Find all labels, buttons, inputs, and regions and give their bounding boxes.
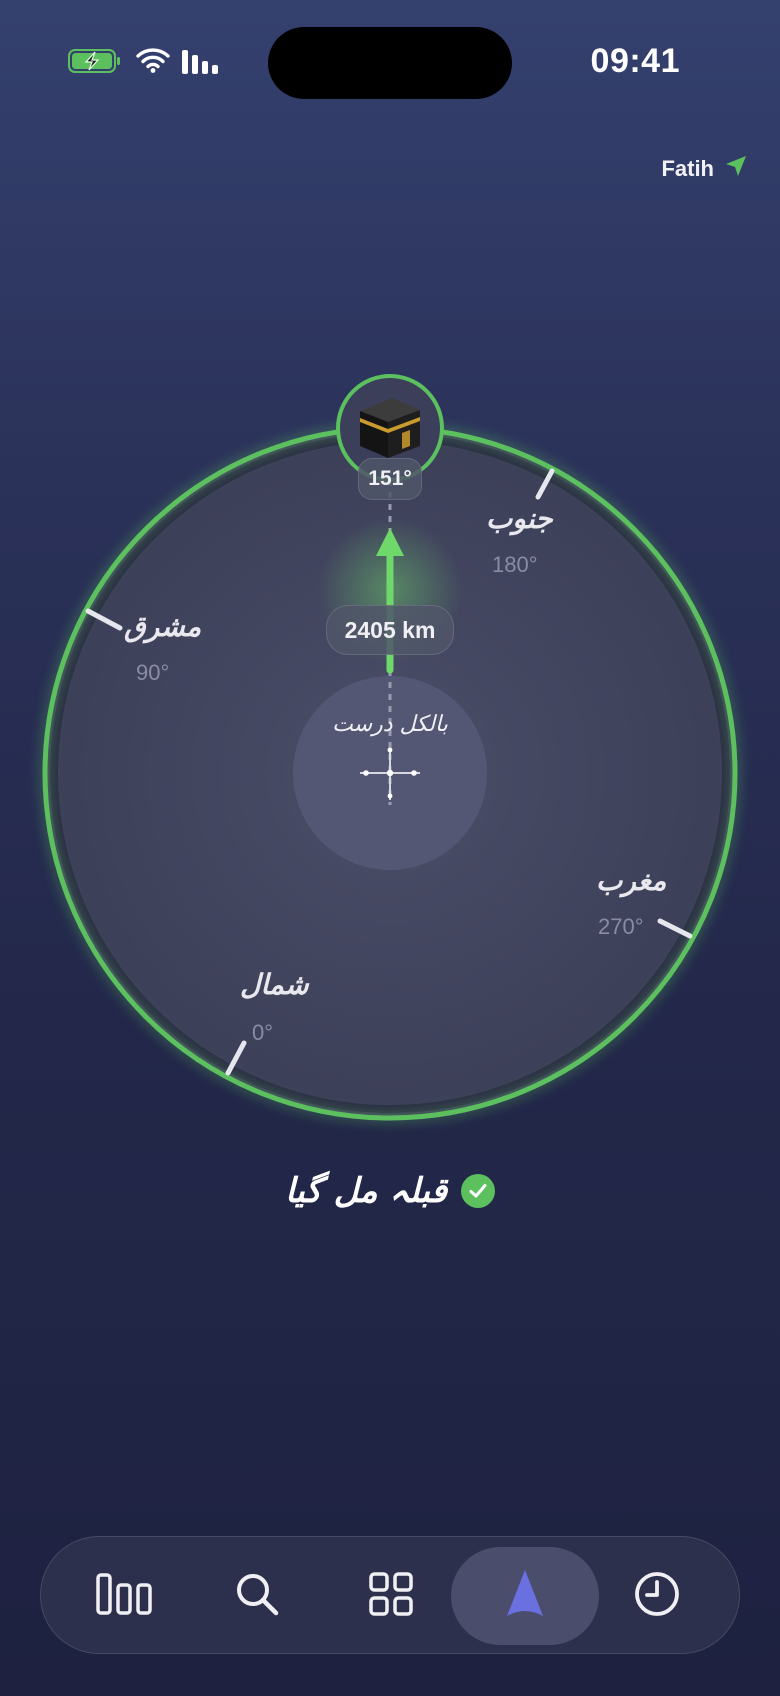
qibla-compass: 151° 2405 km بالکل درست جنوب 180° مشرق 9… [0, 0, 780, 1200]
direction-degree-west: 270° [598, 914, 644, 939]
direction-degree-south: 180° [492, 552, 538, 577]
alignment-status-label: بالکل درست [332, 712, 448, 737]
qibla-found-text: قبلہ مل گیا [284, 1171, 448, 1211]
tab-bar [40, 1536, 740, 1654]
compass-arrow-icon [505, 1568, 545, 1625]
direction-label-south: جنوب [486, 502, 553, 535]
clock-icon [633, 1570, 681, 1623]
tab-grid[interactable] [317, 1547, 465, 1645]
stats-bars-icon [95, 1572, 155, 1621]
distance-badge: 2405 km [326, 605, 454, 655]
direction-label-east: مشرق [124, 610, 202, 643]
direction-label-west: مغرب [596, 864, 667, 897]
tab-search[interactable] [183, 1547, 331, 1645]
grid-icon [369, 1571, 413, 1621]
qibla-bearing-badge: 151° [358, 458, 422, 500]
tab-history[interactable] [583, 1547, 731, 1645]
qibla-found-status: قبلہ مل گیا [0, 1170, 780, 1211]
tab-stats[interactable] [51, 1547, 199, 1645]
direction-degree-north: 0° [252, 1020, 274, 1045]
checkmark-icon [461, 1173, 496, 1208]
direction-degree-east: 90° [136, 660, 170, 685]
direction-label-north: شمال [240, 968, 309, 1001]
tab-compass[interactable] [451, 1547, 599, 1645]
search-icon [234, 1571, 280, 1622]
